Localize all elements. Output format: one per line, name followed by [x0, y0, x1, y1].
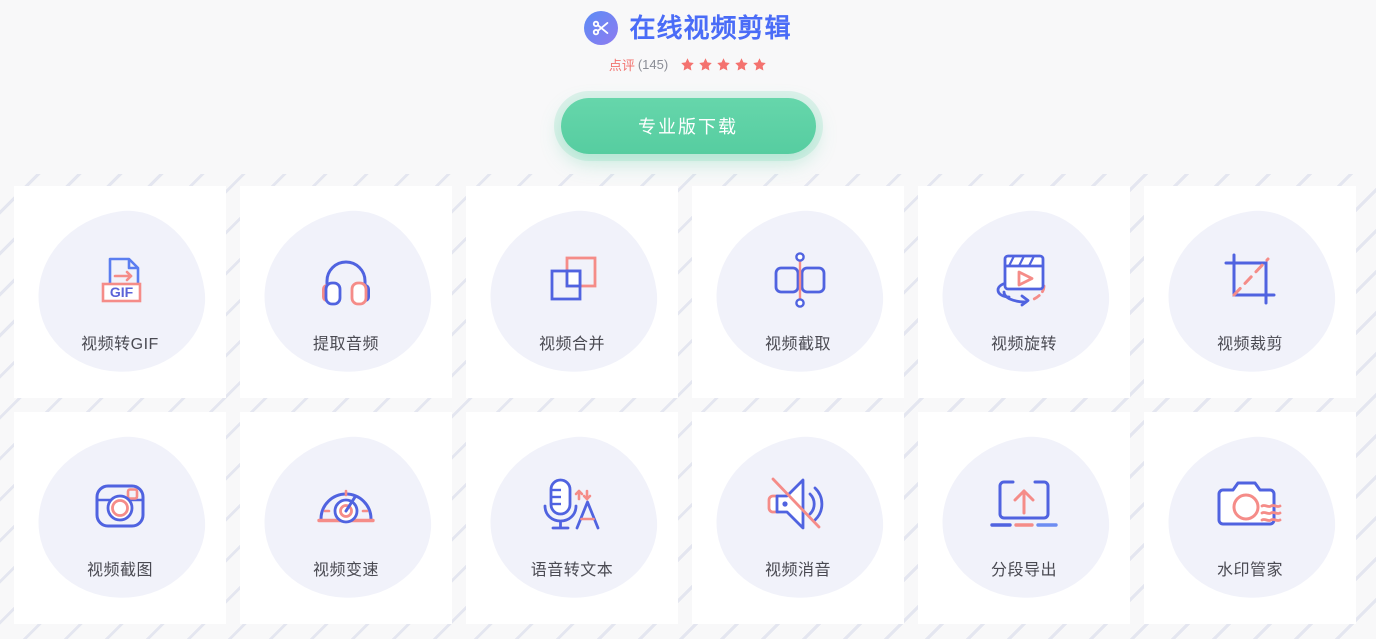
- tool-card-mute-video[interactable]: 视频消音: [692, 412, 904, 624]
- tool-card-screenshot[interactable]: 视频截图: [14, 412, 226, 624]
- star-icon: [681, 58, 694, 71]
- tool-card-label: 视频裁剪: [1216, 336, 1283, 353]
- tool-card-label: 视频截取: [764, 336, 831, 353]
- cta-wrapper: 专业版下载: [560, 98, 816, 154]
- watermark-camera-icon: [1209, 464, 1291, 546]
- tool-card-speech-to-text[interactable]: 语音转文本: [466, 412, 678, 624]
- tool-card-merge-video[interactable]: 视频合并: [466, 186, 678, 398]
- tool-card-label: 提取音频: [312, 336, 379, 353]
- pro-download-button[interactable]: 专业版下载: [560, 98, 816, 154]
- merge-squares-icon: [531, 238, 613, 320]
- export-upload-icon: [983, 464, 1065, 546]
- microphone-text-icon: [531, 464, 613, 546]
- tool-card-label: 视频转GIF: [81, 336, 159, 353]
- scissors-icon: [584, 11, 619, 45]
- tool-card-extract-audio[interactable]: 提取音频: [240, 186, 452, 398]
- tool-card-label: 视频消音: [764, 562, 831, 579]
- rating-label: 点评: [608, 58, 635, 73]
- crop-frame-icon: [1209, 238, 1291, 320]
- tool-card-rotate-video[interactable]: 视频旋转: [918, 186, 1130, 398]
- star-icon: [699, 58, 712, 71]
- star-icon: [735, 58, 748, 71]
- tool-card-watermark-manager[interactable]: 水印管家: [1144, 412, 1356, 624]
- speedometer-icon: [305, 464, 387, 546]
- star-icon: [753, 58, 766, 71]
- page-root: 在线视频剪辑 点评 (145) 专业版下载 GIF 视频转GIF 提取音频 视频…: [0, 0, 1376, 639]
- tool-card-label: 视频变速: [312, 562, 379, 579]
- video-to-gif-icon: GIF: [79, 238, 161, 320]
- tool-card-label: 视频截图: [86, 562, 153, 579]
- split-clip-icon: [757, 238, 839, 320]
- speaker-mute-icon: [757, 464, 839, 546]
- tool-card-clip-video[interactable]: 视频截取: [692, 186, 904, 398]
- star-icon: [717, 58, 730, 71]
- tool-card-label: 视频合并: [538, 336, 605, 353]
- tool-card-label: 语音转文本: [530, 562, 614, 579]
- tool-card-label: 视频旋转: [990, 336, 1057, 353]
- tool-card-crop-video[interactable]: 视频裁剪: [1144, 186, 1356, 398]
- star-rating: [680, 57, 767, 72]
- tool-card-speed-change[interactable]: 视频变速: [240, 412, 452, 624]
- clapperboard-rotate-icon: [983, 238, 1065, 320]
- camera-icon: [79, 464, 161, 546]
- tool-card-video-to-gif[interactable]: GIF 视频转GIF: [14, 186, 226, 398]
- tool-grid: GIF 视频转GIF 提取音频 视频合并 视频截取 视频旋转 视频裁剪 视频截图…: [14, 186, 1362, 624]
- title-row: 在线视频剪辑: [584, 11, 791, 45]
- headphones-icon: [305, 238, 387, 320]
- rating-count: (145): [637, 57, 669, 72]
- tool-card-segment-export[interactable]: 分段导出: [918, 412, 1130, 624]
- tool-card-label: 分段导出: [990, 562, 1057, 579]
- tool-card-label: 水印管家: [1216, 562, 1283, 579]
- page-title: 在线视频剪辑: [629, 13, 792, 43]
- page-header: 在线视频剪辑 点评 (145) 专业版下载: [0, 0, 1376, 174]
- rating-row: 点评 (145): [609, 55, 767, 74]
- svg-text:GIF: GIF: [110, 284, 134, 300]
